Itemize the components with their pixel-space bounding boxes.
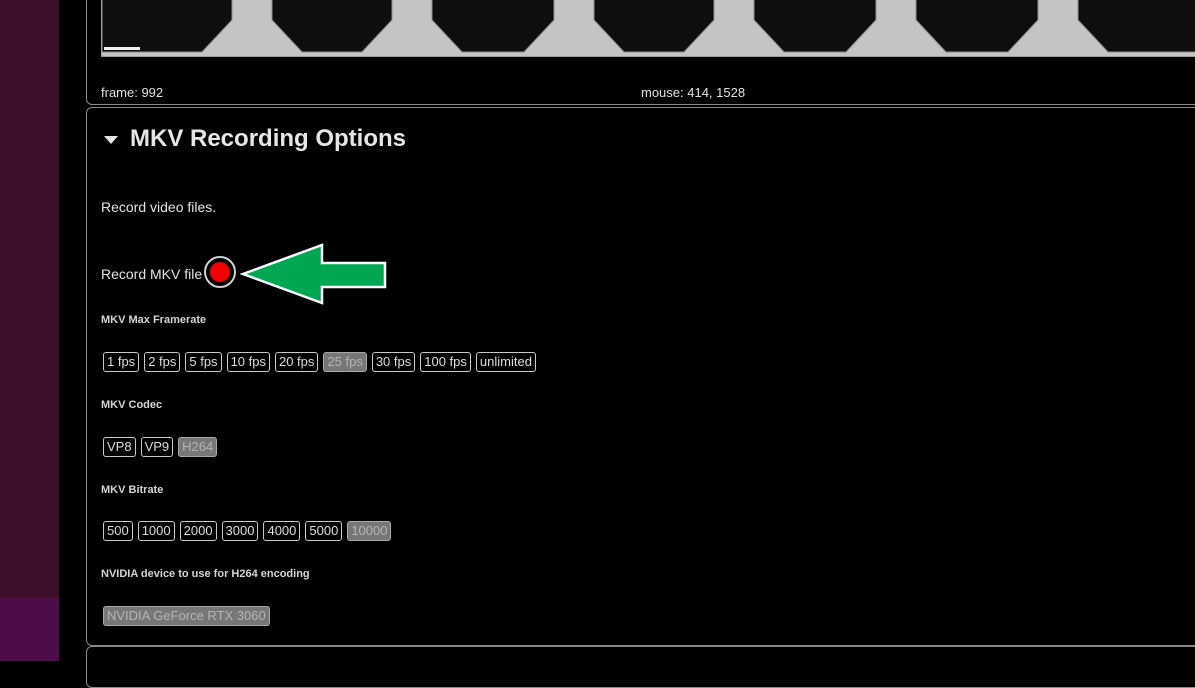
framerate-option-button[interactable]: 25 fps xyxy=(323,352,367,372)
codec-option-button[interactable]: VP8 xyxy=(103,437,136,457)
framerate-options: 1 fps 2 fps 5 fps 10 fps 20 fps 25 fps 30 fps 1… xyxy=(103,352,536,372)
bitrate-option-button[interactable]: 3000 xyxy=(221,521,259,541)
codec-option-button[interactable]: VP9 xyxy=(140,437,174,457)
nvidia-device-label: NVIDIA device to use for H264 encoding xyxy=(101,568,310,580)
framerate-option-button[interactable]: 10 fps xyxy=(226,352,270,372)
framerate-option-button[interactable]: 5 fps xyxy=(185,352,222,372)
background-strip-lower xyxy=(0,598,59,661)
framerate-label: MKV Max Framerate xyxy=(101,314,207,326)
nvidia-device-options: NVIDIA GeForce RTX 3060 xyxy=(103,606,270,626)
bitrate-option-button[interactable]: 500 xyxy=(103,521,133,541)
framerate-option-button[interactable]: 1 fps xyxy=(103,352,140,372)
video-frame[interactable] xyxy=(101,0,1195,57)
frame-counter: frame: 992 xyxy=(101,85,164,100)
bitrate-option-button[interactable]: 5000 xyxy=(305,521,343,541)
collapse-triangle-icon[interactable] xyxy=(104,135,118,144)
framerate-option-button[interactable]: 100 fps xyxy=(420,352,471,372)
record-button[interactable] xyxy=(204,256,236,288)
bitrate-option-button[interactable]: 4000 xyxy=(263,521,301,541)
background-strip xyxy=(0,0,59,661)
bitrate-option-button[interactable]: 10000 xyxy=(347,521,392,541)
record-label: Record MKV file xyxy=(101,266,203,282)
bitrate-label: MKV Bitrate xyxy=(101,484,164,496)
codec-label: MKV Codec xyxy=(101,399,163,411)
section-header[interactable]: MKV Recording Options xyxy=(104,124,406,154)
annotation-arrow-icon xyxy=(240,243,387,305)
bitrate-option-button[interactable]: 1000 xyxy=(137,521,175,541)
bitrate-options: 500 1000 2000 3000 4000 5000 10000 xyxy=(103,521,392,541)
framerate-option-button[interactable]: 30 fps xyxy=(371,352,416,372)
camera-image xyxy=(102,0,1195,56)
framerate-option-button[interactable]: unlimited xyxy=(475,352,536,372)
framerate-option-button[interactable]: 2 fps xyxy=(144,352,181,372)
next-panel xyxy=(86,646,1195,688)
bitrate-option-button[interactable]: 2000 xyxy=(179,521,217,541)
section-description: Record video files. xyxy=(101,199,217,215)
codec-options: VP8 VP9 H264 xyxy=(103,437,218,457)
nvidia-option-button[interactable]: NVIDIA GeForce RTX 3060 xyxy=(103,606,270,626)
mouse-position: mouse: 414, 1528 xyxy=(641,85,746,100)
framerate-option-button[interactable]: 20 fps xyxy=(274,352,319,372)
mkv-options-panel xyxy=(86,107,1195,646)
codec-option-button[interactable]: H264 xyxy=(178,437,218,457)
section-title: MKV Recording Options xyxy=(130,125,406,152)
record-dot-icon xyxy=(210,262,230,282)
